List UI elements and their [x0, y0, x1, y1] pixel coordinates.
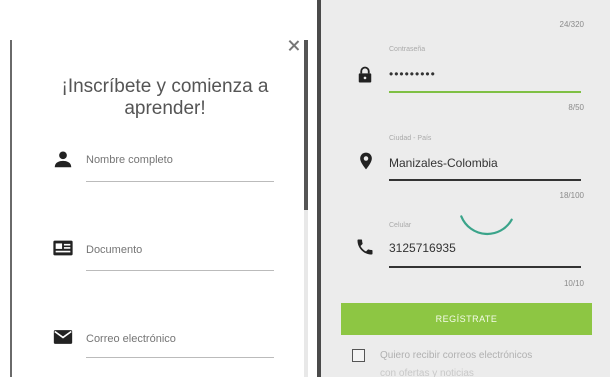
email-underline [86, 357, 274, 358]
city-input[interactable]: Manizales-Colombia [389, 156, 498, 170]
id-card-icon [53, 240, 73, 256]
password-input[interactable]: ••••••••• [389, 67, 436, 81]
close-icon[interactable] [286, 38, 302, 54]
modal-title: ¡Inscríbete y comienza a aprender! [61, 76, 269, 119]
lock-icon [358, 66, 372, 83]
phone-counter: 10/10 [563, 279, 584, 288]
phone-input[interactable]: 3125716935 [389, 241, 456, 255]
full-name-underline [86, 181, 274, 182]
newsletter-consent-label-2: con ofertas y noticias [380, 368, 474, 377]
phone-icon [357, 239, 373, 255]
loading-spinner-icon [460, 215, 513, 236]
newsletter-checkbox[interactable] [352, 349, 365, 362]
person-icon [54, 151, 72, 168]
city-counter: 18/100 [559, 191, 584, 200]
top-counter: 24/320 [559, 20, 584, 29]
mail-icon [53, 330, 73, 344]
newsletter-consent-label: Quiero recibir correos electrónicos [380, 350, 533, 361]
city-label: Ciudad - País [389, 135, 432, 142]
password-counter: 8/50 [568, 103, 584, 112]
modal-scrollbar-thumb[interactable] [304, 40, 308, 210]
document-input[interactable] [86, 244, 276, 256]
document-underline [86, 270, 274, 271]
location-pin-icon [360, 152, 372, 170]
register-button[interactable]: REGÍSTRATE [341, 303, 592, 335]
password-underline [389, 91, 581, 93]
password-label: Contraseña [389, 46, 426, 53]
phone-underline [389, 266, 581, 268]
full-name-input[interactable] [86, 154, 276, 166]
phone-label: Celular [389, 222, 412, 229]
email-input[interactable] [86, 333, 276, 345]
